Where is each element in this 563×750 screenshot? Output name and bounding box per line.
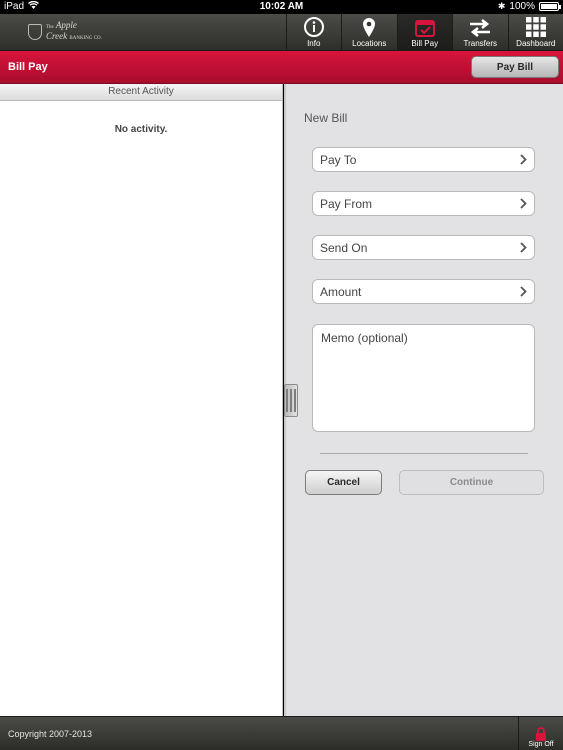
battery-percent: 100% [509, 1, 535, 12]
sign-off-button[interactable]: Sign Off [518, 717, 563, 750]
chevron-right-icon [520, 198, 527, 209]
calendar-check-icon [414, 20, 435, 37]
tab-info-label: Info [307, 39, 321, 48]
copyright-text: Copyright 2007-2013 [8, 729, 93, 739]
chevron-right-icon [520, 242, 527, 253]
battery-fill [541, 4, 557, 9]
memo-textarea[interactable]: Memo (optional) [312, 324, 535, 432]
new-bill-pane: New Bill Pay To Pay From Send On Amount … [284, 84, 563, 716]
tab-info[interactable]: Info [285, 14, 342, 51]
chevron-right-icon [520, 154, 527, 165]
nav-tabs: Info Locations Bill Pay Transfers Dashbo… [285, 14, 563, 51]
tab-transfers[interactable]: Transfers [452, 14, 508, 51]
tab-dashboard-label: Dashboard [516, 39, 556, 48]
pay-from-field[interactable]: Pay From [312, 191, 535, 216]
clock: 10:02 AM [259, 1, 304, 12]
pay-to-label: Pay To [320, 152, 357, 167]
pay-bill-button[interactable]: Pay Bill [471, 56, 559, 78]
bank-logo: The Apple Creek BANKING CO. [28, 21, 102, 43]
recent-activity-header: Recent Activity [0, 84, 282, 101]
tab-transfers-label: Transfers [463, 39, 498, 48]
divider [320, 453, 528, 454]
new-bill-heading: New Bill [304, 111, 348, 125]
logo-line3: Creek [46, 31, 68, 41]
footer-bar: Copyright 2007-2013 Sign Off [0, 716, 563, 750]
tab-locations-label: Locations [352, 39, 387, 48]
page-title: Bill Pay [8, 61, 48, 73]
title-bar: Bill Pay Pay Bill [0, 51, 563, 84]
pay-to-field[interactable]: Pay To [312, 147, 535, 172]
tab-bill-pay[interactable]: Bill Pay [396, 14, 452, 51]
logo-line2: Apple [55, 20, 77, 30]
pay-from-label: Pay From [320, 196, 373, 211]
info-icon [303, 17, 324, 37]
tab-dashboard[interactable]: Dashboard [507, 14, 563, 51]
transfer-arrows-icon [470, 19, 491, 37]
split-resize-handle[interactable] [284, 384, 298, 417]
logo-text: The Apple Creek BANKING CO. [46, 21, 102, 43]
bluetooth-icon: ✱ [497, 1, 506, 11]
recent-activity-pane: Recent Activity No activity. [0, 84, 283, 716]
send-on-field[interactable]: Send On [312, 235, 535, 260]
logo-line4: BANKING CO. [69, 36, 102, 41]
battery-icon [539, 2, 561, 11]
amount-field[interactable]: Amount [312, 279, 535, 304]
sign-off-label: Sign Off [528, 741, 554, 748]
lock-icon [536, 727, 546, 741]
location-pin-icon [363, 18, 376, 37]
amount-label: Amount [320, 284, 362, 299]
crest-icon [28, 24, 42, 40]
tab-bill-pay-label: Bill Pay [411, 39, 439, 48]
cancel-button[interactable]: Cancel [305, 470, 382, 495]
continue-button[interactable]: Continue [399, 470, 544, 495]
status-bar: iPad 10:02 AM ✱ 100% [0, 0, 563, 14]
empty-activity-message: No activity. [114, 124, 168, 135]
tab-locations[interactable]: Locations [341, 14, 397, 51]
grid-icon [525, 17, 546, 37]
chevron-right-icon [520, 286, 527, 297]
logo-line1: The [46, 25, 54, 30]
top-navigation: The Apple Creek BANKING CO. Info Locatio… [0, 14, 563, 51]
send-on-label: Send On [320, 240, 368, 255]
